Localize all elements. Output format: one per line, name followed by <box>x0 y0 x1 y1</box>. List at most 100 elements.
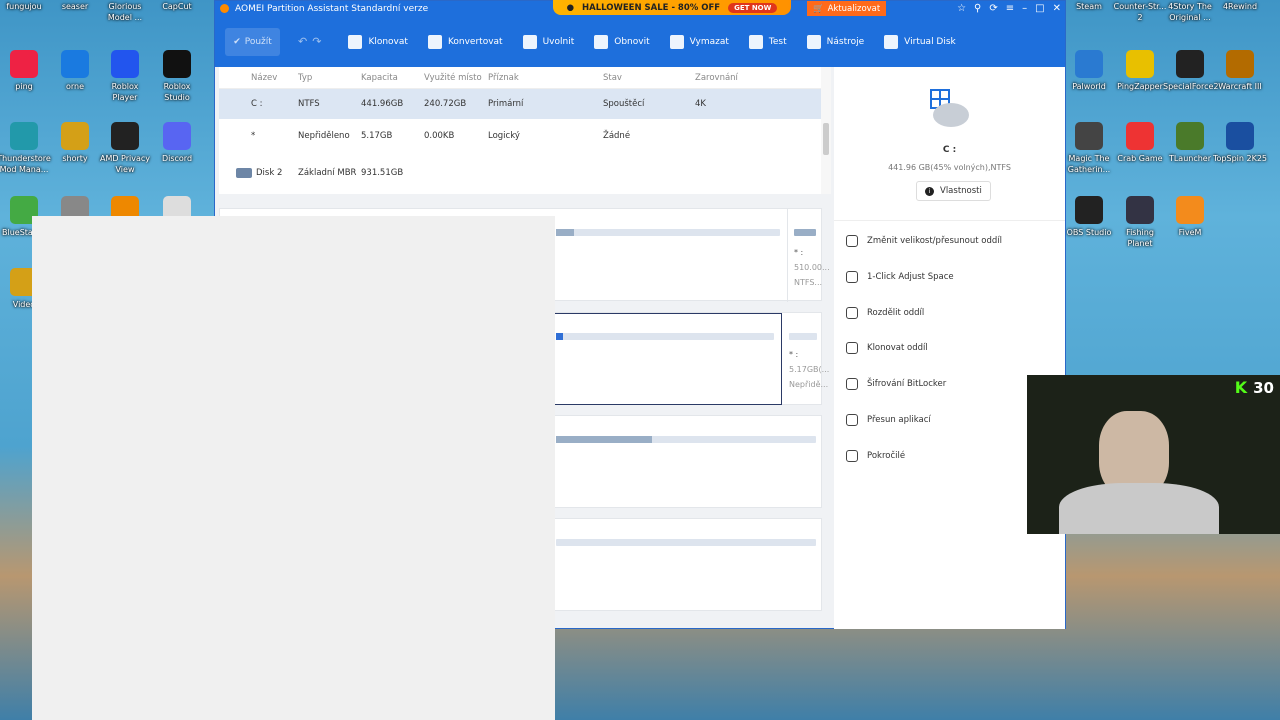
right-icon-9[interactable]: Crab Game <box>1113 122 1167 165</box>
left-icon-4[interactable]: ping <box>0 50 51 93</box>
toolbar-item-4[interactable]: Vymazat <box>669 34 729 49</box>
table-row-unallocated[interactable]: * Nepřiděleno 5.17GB 0.00KB Logický Žádné <box>219 119 823 153</box>
card2-fs: Nepřidě... <box>789 380 829 390</box>
right-icon-4[interactable]: Palworld <box>1062 50 1116 93</box>
action-item-0[interactable]: Změnit velikost/přesunout oddíl <box>846 235 1002 247</box>
desktop-icon-label: SpecialForce2 <box>1163 82 1219 91</box>
desktop-icon-label: CapCut <box>162 2 192 11</box>
action-icon <box>846 270 858 283</box>
app-shortcut-icon <box>163 50 191 78</box>
right-icon-10[interactable]: TLauncher <box>1163 122 1217 165</box>
promo-banner[interactable]: ● HALLOWEEN SALE - 80% OFF GET NOW <box>553 0 791 15</box>
maximize-icon[interactable]: □ <box>1035 3 1044 14</box>
action-icon <box>846 449 858 462</box>
left-icon-6[interactable]: Roblox Player <box>98 50 152 104</box>
left-icon-1[interactable]: seaser <box>48 0 102 13</box>
upgrade-button[interactable]: 🛒 Aktualizovat <box>807 1 887 16</box>
apply-button[interactable]: ✔ Použít <box>225 27 280 56</box>
desktop-icon-label: TLauncher <box>1168 154 1212 163</box>
share-icon[interactable]: ⚲ <box>974 3 981 14</box>
column-header[interactable]: Příznak <box>488 73 603 83</box>
disk2-size: 931.51GB <box>361 168 404 178</box>
undo-redo[interactable]: ↶↷ <box>298 35 326 48</box>
left-icon-10[interactable]: AMD Privacy View <box>98 122 152 176</box>
left-icon-7[interactable]: Roblox Studio <box>150 50 204 104</box>
right-icon-2[interactable]: 4Story The Original ... <box>1163 0 1217 24</box>
right-icon-13[interactable]: Fishing Planet <box>1113 196 1167 250</box>
desktop-icon-label: Discord <box>161 154 193 163</box>
toolbar-item-6[interactable]: Nástroje <box>806 34 864 49</box>
action-item-2[interactable]: Rozdělit oddíl <box>846 306 925 319</box>
desktop-icon-label: seaser <box>61 2 89 11</box>
scroll-thumb[interactable] <box>823 123 829 155</box>
right-icon-14[interactable]: FiveM <box>1163 196 1217 239</box>
toolbar-icon <box>594 34 609 49</box>
column-header[interactable]: Název <box>219 73 298 83</box>
left-icon-0[interactable]: fungujou <box>0 0 51 13</box>
action-item-6[interactable]: Pokročilé <box>846 449 905 462</box>
toolbar-item-2[interactable]: Uvolnit <box>522 34 574 49</box>
left-icon-11[interactable]: Discord <box>150 122 204 165</box>
refresh-icon[interactable]: ⟳ <box>989 3 997 14</box>
right-icon-11[interactable]: TopSpin 2K25 <box>1213 122 1267 165</box>
desktop-icon-label: AMD Privacy View <box>99 154 151 174</box>
left-icon-9[interactable]: shorty <box>48 122 102 165</box>
column-header[interactable]: Zarovnání <box>695 73 759 83</box>
card1-label: * : <box>794 248 804 257</box>
close-icon[interactable]: ✕ <box>1053 3 1061 14</box>
drive-name: C : <box>942 145 957 155</box>
column-header[interactable]: Využité místo <box>424 73 488 83</box>
app-shortcut-icon <box>1126 122 1154 150</box>
table-scrollbar[interactable] <box>821 67 831 194</box>
right-icon-0[interactable]: Steam <box>1062 0 1116 13</box>
right-icon-12[interactable]: OBS Studio <box>1062 196 1116 239</box>
properties-button[interactable]: i Vlastnosti <box>916 181 991 201</box>
star-icon[interactable]: ☆ <box>957 3 966 14</box>
left-icon-3[interactable]: CapCut <box>150 0 204 13</box>
toolbar-item-0[interactable]: Klonovat <box>348 34 408 49</box>
right-icon-5[interactable]: PingZapper <box>1113 50 1167 93</box>
right-icon-7[interactable]: Warcraft III <box>1213 50 1267 93</box>
left-icon-2[interactable]: Glorious Model ... <box>98 0 152 24</box>
right-icon-3[interactable]: 4Rewind <box>1213 0 1267 13</box>
action-label: Rozdělit oddíl <box>867 307 925 318</box>
blank-overlay <box>32 216 555 720</box>
table-cell: Žádné <box>603 131 631 141</box>
table-header: Název Typ Kapacita Využité místo Příznak Stav… <box>219 67 823 89</box>
table-row-disk2[interactable]: Disk 2 Základní MBR 931.51GB <box>219 153 823 193</box>
left-icon-5[interactable]: orne <box>48 50 102 93</box>
column-header[interactable]: Typ <box>298 73 361 83</box>
action-item-1[interactable]: 1-Click Adjust Space <box>846 270 954 283</box>
desktop-icon-label: Palworld <box>1072 82 1106 91</box>
right-icon-1[interactable]: Counter-Str... 2 <box>1113 0 1167 24</box>
app-shortcut-icon <box>1176 50 1204 78</box>
menu-icon[interactable]: ≡ <box>1006 3 1014 14</box>
desktop-icon-label: fungujou <box>6 2 42 11</box>
toolbar-label: Obnovit <box>614 36 650 47</box>
action-icon <box>846 378 858 391</box>
table-cell: 0.00KB <box>424 131 455 141</box>
app-shortcut-icon <box>1176 196 1204 224</box>
toolbar-item-1[interactable]: Konvertovat <box>427 34 503 49</box>
action-item-3[interactable]: Klonovat oddíl <box>846 342 928 355</box>
get-now-button[interactable]: GET NOW <box>728 2 778 13</box>
column-header[interactable]: Stav <box>603 73 695 83</box>
toolbar-item-3[interactable]: Obnovit <box>594 34 650 49</box>
table-cell: 441.96GB <box>361 99 404 109</box>
action-item-4[interactable]: Šifrování BitLocker <box>846 378 946 391</box>
properties-label: Vlastnosti <box>940 186 982 196</box>
column-header[interactable]: Kapacita <box>361 73 424 83</box>
toolbar-item-5[interactable]: Test <box>748 34 787 49</box>
kick-logo-icon: K <box>1234 378 1248 397</box>
right-icon-6[interactable]: SpecialForce2 <box>1163 50 1219 93</box>
left-icon-8[interactable]: Thunderstore Mod Mana... <box>0 122 51 176</box>
window-controls: ☆ ⚲ ⟳ ≡ – □ ✕ <box>957 1 1061 16</box>
table-cell: 5.17GB <box>361 131 393 141</box>
action-item-5[interactable]: Přesun aplikací <box>846 414 931 426</box>
toolbar-label: Vymazat <box>689 36 729 47</box>
minimize-icon[interactable]: – <box>1022 3 1027 14</box>
right-icon-8[interactable]: Magic The Gatherin... <box>1062 122 1116 176</box>
desktop-icon-label: Thunderstore Mod Mana... <box>0 154 51 174</box>
table-row-c[interactable]: C : NTFS 441.96GB 240.72GB Primární Spouštěcí… <box>219 89 823 119</box>
toolbar-item-7[interactable]: Virtual Disk <box>884 34 956 49</box>
